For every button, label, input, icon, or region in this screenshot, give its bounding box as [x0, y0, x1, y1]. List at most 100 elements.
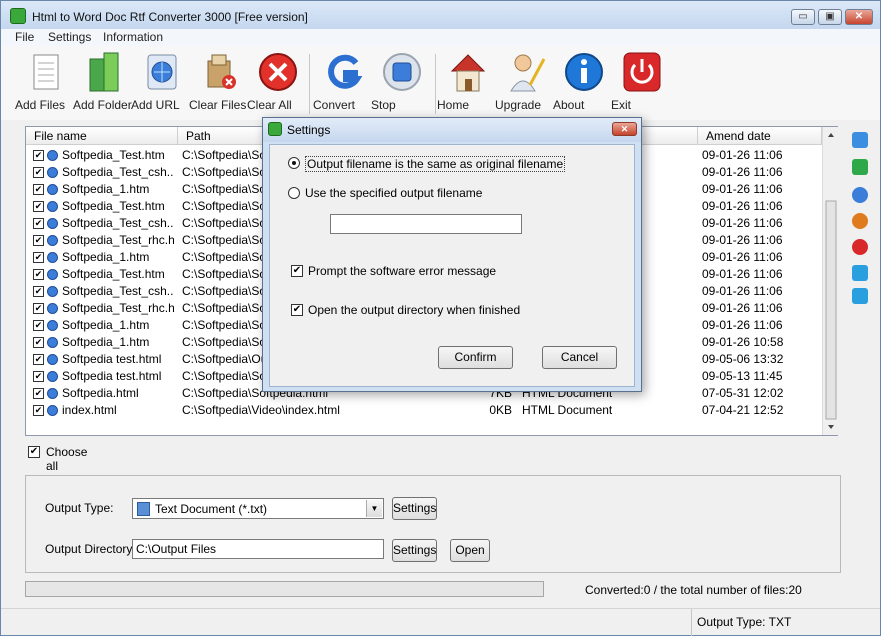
remove-side-icon[interactable] [852, 213, 868, 229]
settings-dialog-title-bar[interactable]: Settings ✕ [263, 118, 641, 142]
app-icon [10, 8, 26, 24]
open-dir-checkbox[interactable]: ✔ [291, 304, 303, 316]
row-checkbox[interactable]: ✔ [33, 235, 44, 246]
stop-label: Stop [371, 98, 396, 112]
add-folder-side-icon[interactable] [852, 159, 868, 175]
row-checkbox[interactable]: ✔ [33, 252, 44, 263]
table-row[interactable]: ✔ index.html C:\Softpedia\Video\index.html… [26, 402, 822, 419]
upgrade-button[interactable]: Upgrade [495, 49, 557, 112]
stop-icon [382, 49, 422, 95]
clear-files-button[interactable]: Clear Files [189, 49, 251, 112]
exit-label: Exit [611, 98, 632, 112]
row-checkbox[interactable]: ✔ [33, 388, 44, 399]
prompt-error-checkbox[interactable]: ✔ [291, 265, 303, 277]
add-files-icon [26, 49, 66, 95]
size-cell: 0KB [489, 403, 512, 417]
toolbar-separator [435, 54, 436, 114]
row-checkbox[interactable]: ✔ [33, 354, 44, 365]
row-checkbox[interactable]: ✔ [33, 184, 44, 195]
cancel-button[interactable]: Cancel [542, 346, 617, 369]
column-header-amend-date[interactable]: Amend date [698, 127, 822, 145]
stop-button[interactable]: Stop [371, 49, 433, 112]
clear-side-icon[interactable] [852, 239, 868, 255]
add-files-button[interactable]: Add Files [15, 49, 77, 112]
menu-file[interactable]: File [15, 30, 34, 44]
row-checkbox[interactable]: ✔ [33, 320, 44, 331]
file-name-cell: Softpedia_Test_rhc.h... [62, 233, 174, 247]
settings-close-button[interactable]: ✕ [612, 122, 637, 136]
confirm-button[interactable]: Confirm [438, 346, 513, 369]
html-file-icon [47, 184, 58, 195]
convert-button[interactable]: Convert [313, 49, 375, 112]
row-checkbox[interactable]: ✔ [33, 150, 44, 161]
radio-same-filename[interactable] [288, 157, 300, 169]
file-name-cell: Softpedia test.html [62, 352, 162, 366]
row-checkbox[interactable]: ✔ [33, 303, 44, 314]
add-url-button[interactable]: Add URL [131, 49, 193, 112]
about-label: About [553, 98, 585, 112]
clear-files-label: Clear Files [189, 98, 247, 112]
convert-label: Convert [313, 98, 356, 112]
file-name-cell: Softpedia_Test_rhc.h... [62, 301, 174, 315]
add-folder-button[interactable]: Add Folder [73, 49, 135, 112]
row-checkbox[interactable]: ✔ [33, 405, 44, 416]
output-panel: Output Type: Text Document (*.txt) ▼ Set… [25, 475, 841, 573]
html-file-icon [47, 388, 58, 399]
html-file-icon [47, 303, 58, 314]
title-bar[interactable]: Html to Word Doc Rtf Converter 3000 [Fre… [1, 1, 880, 31]
row-checkbox[interactable]: ✔ [33, 269, 44, 280]
output-type-settings-button[interactable]: Settings [392, 497, 437, 520]
output-type-select[interactable]: Text Document (*.txt) ▼ [132, 498, 384, 519]
file-name-cell: Softpedia_1.htm [62, 182, 150, 196]
home-label: Home [437, 98, 470, 112]
choose-all-label: Choose all [46, 445, 88, 473]
row-checkbox[interactable]: ✔ [33, 286, 44, 297]
move-up-icon[interactable] [852, 265, 868, 281]
column-header-file-name[interactable]: File name [26, 127, 178, 145]
add-url-label: Add URL [131, 98, 180, 112]
menu-information[interactable]: Information [103, 30, 163, 44]
radio-specified-filename[interactable] [288, 187, 300, 199]
output-directory-settings-button[interactable]: Settings [392, 539, 437, 562]
chevron-down-icon[interactable]: ▼ [366, 500, 382, 517]
file-name-cell: Softpedia_Test_csh.... [62, 165, 174, 179]
settings-dialog-title: Settings [287, 123, 331, 137]
row-checkbox[interactable]: ✔ [33, 371, 44, 382]
settings-dialog-body: Output filename is the same as original … [269, 144, 635, 387]
exit-icon [622, 49, 662, 95]
amend-date-cell: 09-01-26 11:06 [702, 301, 783, 315]
row-checkbox[interactable]: ✔ [33, 167, 44, 178]
close-button[interactable]: ✕ [845, 9, 873, 25]
add-files-side-icon[interactable] [852, 132, 868, 148]
about-button[interactable]: About [553, 49, 615, 112]
clear-all-button[interactable]: Clear All [247, 49, 309, 112]
amend-date-cell: 09-01-26 11:06 [702, 165, 783, 179]
file-name-cell: Softpedia test.html [62, 369, 162, 383]
restore-button[interactable]: ▣ [818, 9, 842, 25]
file-name-cell: Softpedia_Test_csh.... [62, 216, 174, 230]
row-checkbox[interactable]: ✔ [33, 218, 44, 229]
radio-specified-filename-label: Use the specified output filename [305, 186, 483, 200]
row-checkbox[interactable]: ✔ [33, 201, 44, 212]
amend-date-cell: 09-01-26 11:06 [702, 216, 783, 230]
amend-date-cell: 07-05-31 12:02 [702, 386, 784, 400]
amend-date-cell: 09-01-26 11:06 [702, 148, 783, 162]
output-filename-field[interactable] [330, 214, 522, 234]
row-checkbox[interactable]: ✔ [33, 337, 44, 348]
open-dir-label: Open the output directory when finished [308, 303, 521, 317]
list-scrollbar[interactable] [822, 127, 838, 435]
status-bar: Output Type: TXT [1, 608, 880, 636]
toolbar: Add Files Add Folder Add URL Clear Files… [1, 46, 880, 120]
add-url-side-icon[interactable] [852, 187, 868, 203]
move-down-icon[interactable] [852, 288, 868, 304]
html-file-icon [47, 337, 58, 348]
upgrade-label: Upgrade [495, 98, 542, 112]
minimize-button[interactable]: ▭ [791, 9, 815, 25]
add-files-label: Add Files [15, 98, 66, 112]
html-file-icon [47, 150, 58, 161]
menu-settings[interactable]: Settings [48, 30, 91, 44]
open-directory-button[interactable]: Open [450, 539, 490, 562]
output-directory-field[interactable]: C:\Output Files [132, 539, 384, 559]
exit-button[interactable]: Exit [611, 49, 673, 112]
home-button[interactable]: Home [437, 49, 499, 112]
